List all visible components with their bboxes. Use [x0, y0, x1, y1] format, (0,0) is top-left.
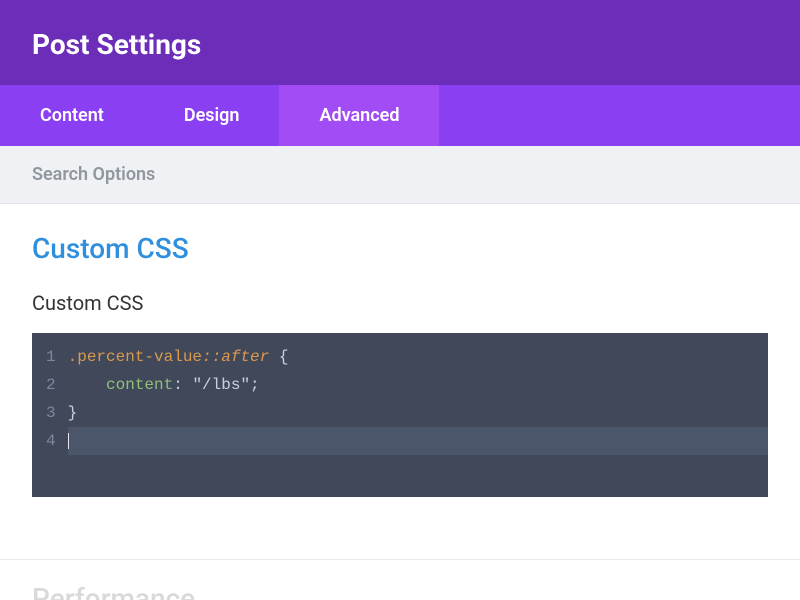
page-title: Post Settings [32, 28, 768, 61]
code-line: .percent-value::after { [68, 343, 768, 371]
section-title-custom-css[interactable]: Custom CSS [32, 232, 768, 265]
code-line: content: "/lbs"; [68, 371, 768, 399]
search-options[interactable]: Search Options [0, 146, 800, 204]
code-gutter: 1 2 3 4 [32, 343, 68, 455]
field-label-custom-css: Custom CSS [32, 291, 768, 315]
tab-content[interactable]: Content [0, 85, 144, 146]
settings-header: Post Settings [0, 0, 800, 85]
line-number: 1 [46, 343, 56, 371]
section-title-performance: Performance [32, 582, 768, 600]
code-content[interactable]: .percent-value::after { content: "/lbs";… [68, 343, 768, 455]
line-number: 3 [46, 399, 56, 427]
tab-advanced[interactable]: Advanced [279, 85, 439, 146]
tabs-bar: Content Design Advanced [0, 85, 800, 146]
search-placeholder: Search Options [32, 164, 155, 185]
line-number: 4 [46, 427, 56, 455]
code-line: } [68, 399, 768, 427]
tab-design[interactable]: Design [144, 85, 280, 146]
main-panel: Custom CSS Custom CSS 1 2 3 4 .percent-v… [0, 204, 800, 517]
code-line-cursor [68, 427, 768, 455]
line-number: 2 [46, 371, 56, 399]
section-performance[interactable]: Performance [0, 560, 800, 600]
custom-css-editor[interactable]: 1 2 3 4 .percent-value::after { content:… [32, 333, 768, 497]
